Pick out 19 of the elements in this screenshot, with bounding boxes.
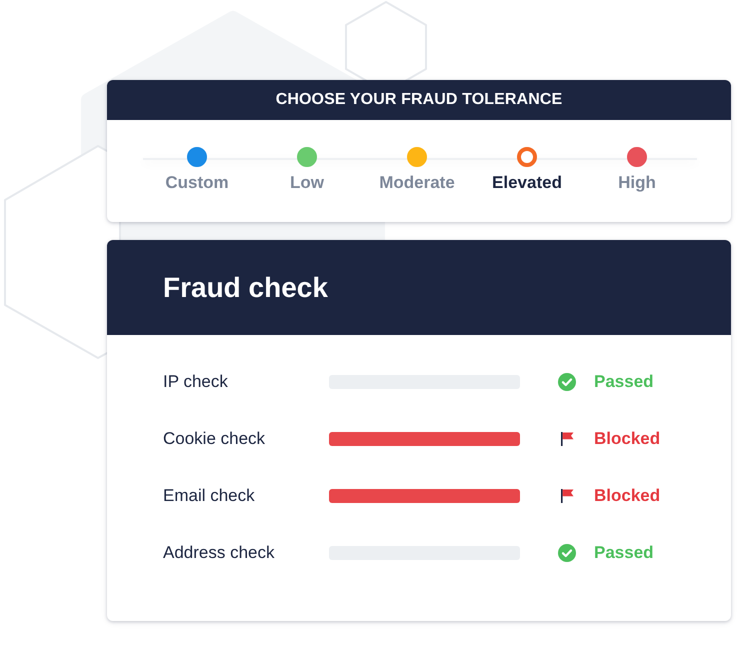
- flag-icon: [560, 432, 574, 446]
- check-label: IP check: [163, 372, 229, 392]
- check-status: Blocked: [594, 486, 660, 506]
- check-status: Passed: [594, 372, 654, 392]
- check-label: Cookie check: [163, 428, 266, 448]
- tolerance-option[interactable]: High: [618, 147, 656, 193]
- check-status: Passed: [594, 542, 654, 562]
- check-status: Blocked: [594, 428, 660, 448]
- tolerance-option[interactable]: Moderate: [379, 147, 455, 193]
- check-circle-icon: [558, 544, 576, 562]
- tolerance-option[interactable]: Low: [290, 147, 324, 193]
- check-label: Email check: [163, 486, 256, 506]
- tolerance-option[interactable]: Elevated: [492, 147, 562, 193]
- check-circle-icon: [558, 372, 576, 390]
- tolerance-title: CHOOSE YOUR FRAUD TOLERANCE: [276, 91, 562, 109]
- fraud-check-title: Fraud check: [163, 272, 328, 304]
- tolerance-option[interactable]: Custom: [165, 147, 229, 193]
- check-label: Address check: [163, 542, 276, 562]
- flag-icon: [560, 488, 574, 502]
